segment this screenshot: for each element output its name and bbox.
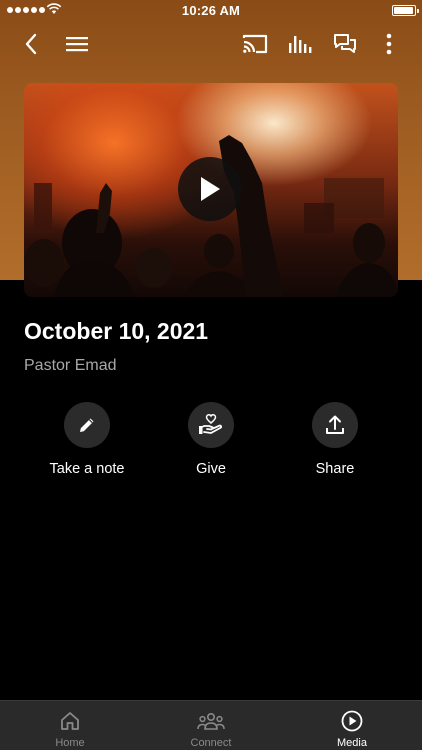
sermon-actions: Take a note Give Share (0, 402, 422, 482)
sermon-video-thumbnail[interactable] (24, 83, 398, 297)
audio-bars-icon (289, 36, 312, 53)
share-circle (312, 402, 358, 448)
share-button[interactable]: Share (275, 402, 395, 477)
take-note-circle (64, 402, 110, 448)
top-toolbar (0, 26, 422, 62)
take-note-label: Take a note (49, 461, 125, 477)
audio-button[interactable] (282, 26, 318, 62)
share-upload-icon (326, 415, 344, 434)
play-button[interactable] (178, 157, 242, 221)
people-icon (197, 712, 225, 730)
tab-media[interactable]: Media (282, 701, 422, 750)
give-label: Give (196, 461, 226, 477)
share-label: Share (315, 461, 355, 477)
battery-icon (392, 5, 419, 16)
tab-media-label: Media (337, 737, 367, 749)
chat-bubbles-icon (334, 34, 356, 53)
give-circle (188, 402, 234, 448)
play-icon (201, 177, 220, 201)
sermon-speaker: Pastor Emad (24, 357, 117, 374)
bottom-tab-bar: Home Connect Media (0, 700, 422, 750)
status-time: 10:26 AM (181, 3, 241, 18)
more-vertical-icon (386, 33, 392, 55)
cast-button[interactable] (237, 26, 273, 62)
sermon-title: October 10, 2021 (24, 318, 209, 344)
cast-icon (242, 34, 268, 54)
pencil-icon (80, 418, 94, 432)
tab-home[interactable]: Home (0, 701, 140, 750)
more-options-button[interactable] (371, 26, 407, 62)
chevron-left-icon (25, 33, 37, 55)
battery-level (394, 7, 413, 14)
give-button[interactable]: Give (151, 402, 271, 477)
menu-button[interactable] (59, 26, 95, 62)
hamburger-menu-icon (66, 37, 88, 52)
tab-home-label: Home (55, 737, 85, 749)
tab-connect[interactable]: Connect (141, 701, 281, 750)
heart-hand-icon (199, 414, 223, 434)
tab-connect-label: Connect (190, 737, 232, 749)
back-button[interactable] (13, 26, 49, 62)
home-icon (61, 712, 79, 730)
chat-button[interactable] (327, 26, 363, 62)
play-circle-icon (341, 710, 363, 732)
status-bar: 10:26 AM (0, 0, 422, 22)
take-note-button[interactable]: Take a note (27, 402, 147, 477)
